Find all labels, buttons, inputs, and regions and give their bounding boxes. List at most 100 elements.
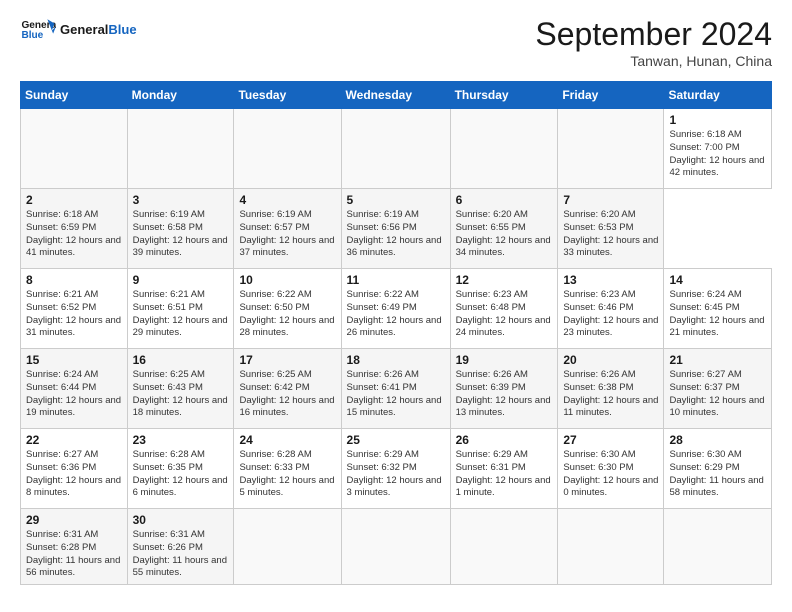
- header-tuesday: Tuesday: [234, 82, 341, 109]
- table-row: 1 Sunrise: 6:18 AMSunset: 7:00 PMDaylight…: [664, 109, 772, 189]
- header-friday: Friday: [558, 82, 664, 109]
- header-wednesday: Wednesday: [341, 82, 450, 109]
- table-row: 17Sunrise: 6:25 AMSunset: 6:42 PMDayligh…: [234, 349, 341, 429]
- day-info: Sunrise: 6:24 AMSunset: 6:44 PMDaylight:…: [26, 369, 122, 420]
- table-row: [341, 509, 450, 585]
- day-number: 28: [669, 433, 766, 447]
- day-info: Sunrise: 6:24 AMSunset: 6:45 PMDaylight:…: [669, 289, 766, 340]
- table-row: 19 Sunrise: 6:26 AMSunset: 6:39 PMDayligh…: [450, 349, 558, 429]
- table-row: 22 Sunrise: 6:27 AMSunset: 6:36 PMDayligh…: [21, 429, 128, 509]
- day-info: Sunrise: 6:20 AMSunset: 6:55 PMDaylight:…: [456, 209, 553, 260]
- table-row: 3Sunrise: 6:19 AMSunset: 6:58 PMDaylight…: [127, 189, 234, 269]
- day-number: 27: [563, 433, 658, 447]
- calendar-week-row: 2Sunrise: 6:18 AMSunset: 6:59 PMDaylight…: [21, 189, 772, 269]
- table-row: 12Sunrise: 6:23 AMSunset: 6:48 PMDayligh…: [450, 269, 558, 349]
- day-number: 10: [239, 273, 335, 287]
- location: Tanwan, Hunan, China: [535, 53, 772, 69]
- day-number: 23: [133, 433, 229, 447]
- day-info: Sunrise: 6:22 AMSunset: 6:49 PMDaylight:…: [347, 289, 445, 340]
- header-sunday: Sunday: [21, 82, 128, 109]
- day-number: 21: [669, 353, 766, 367]
- day-info: Sunrise: 6:19 AMSunset: 6:56 PMDaylight:…: [347, 209, 445, 260]
- day-info: Sunrise: 6:27 AMSunset: 6:36 PMDaylight:…: [26, 449, 122, 500]
- day-info: Sunrise: 6:18 AMSunset: 7:00 PMDaylight:…: [669, 129, 766, 180]
- svg-text:Blue: Blue: [21, 30, 43, 41]
- table-row: [558, 109, 664, 189]
- table-row: 20Sunrise: 6:26 AMSunset: 6:38 PMDayligh…: [558, 349, 664, 429]
- day-info: Sunrise: 6:19 AMSunset: 6:57 PMDaylight:…: [239, 209, 335, 260]
- day-number: 4: [239, 193, 335, 207]
- table-row: 9 Sunrise: 6:21 AMSunset: 6:51 PMDaylight…: [127, 269, 234, 349]
- day-info: Sunrise: 6:30 AMSunset: 6:30 PMDaylight:…: [563, 449, 658, 500]
- table-row: 4 Sunrise: 6:19 AMSunset: 6:57 PMDaylight…: [234, 189, 341, 269]
- day-number: 30: [133, 513, 229, 527]
- table-row: 16 Sunrise: 6:25 AMSunset: 6:43 PMDayligh…: [127, 349, 234, 429]
- day-number: 16: [133, 353, 229, 367]
- calendar-page: General Blue GeneralBlue September 2024 …: [0, 0, 792, 612]
- table-row: 6Sunrise: 6:20 AMSunset: 6:55 PMDaylight…: [450, 189, 558, 269]
- table-row: 28Sunrise: 6:30 AMSunset: 6:29 PMDayligh…: [664, 429, 772, 509]
- calendar-week-row: 1 Sunrise: 6:18 AMSunset: 7:00 PMDaylight…: [21, 109, 772, 189]
- day-number: 20: [563, 353, 658, 367]
- calendar-week-row: 8 Sunrise: 6:21 AMSunset: 6:52 PMDaylight…: [21, 269, 772, 349]
- logo-blue: Blue: [108, 22, 136, 37]
- table-row: [664, 509, 772, 585]
- table-row: 15Sunrise: 6:24 AMSunset: 6:44 PMDayligh…: [21, 349, 128, 429]
- table-row: 11Sunrise: 6:22 AMSunset: 6:49 PMDayligh…: [341, 269, 450, 349]
- table-row: [234, 109, 341, 189]
- logo-icon: General Blue: [20, 16, 56, 44]
- day-info: Sunrise: 6:29 AMSunset: 6:31 PMDaylight:…: [456, 449, 553, 500]
- table-row: 21Sunrise: 6:27 AMSunset: 6:37 PMDayligh…: [664, 349, 772, 429]
- table-row: [21, 109, 128, 189]
- day-info: Sunrise: 6:21 AMSunset: 6:52 PMDaylight:…: [26, 289, 122, 340]
- calendar-table: Sunday Monday Tuesday Wednesday Thursday…: [20, 81, 772, 585]
- page-header: General Blue GeneralBlue September 2024 …: [20, 16, 772, 69]
- day-number: 25: [347, 433, 445, 447]
- day-info: Sunrise: 6:26 AMSunset: 6:39 PMDaylight:…: [456, 369, 553, 420]
- table-row: [450, 509, 558, 585]
- day-number: 12: [456, 273, 553, 287]
- day-info: Sunrise: 6:28 AMSunset: 6:33 PMDaylight:…: [239, 449, 335, 500]
- table-row: [450, 109, 558, 189]
- header-monday: Monday: [127, 82, 234, 109]
- day-info: Sunrise: 6:31 AMSunset: 6:28 PMDaylight:…: [26, 529, 122, 580]
- table-row: 29Sunrise: 6:31 AMSunset: 6:28 PMDayligh…: [21, 509, 128, 585]
- day-info: Sunrise: 6:25 AMSunset: 6:43 PMDaylight:…: [133, 369, 229, 420]
- table-row: [558, 509, 664, 585]
- table-row: 8 Sunrise: 6:21 AMSunset: 6:52 PMDaylight…: [21, 269, 128, 349]
- logo-general: General: [60, 22, 108, 37]
- day-info: Sunrise: 6:28 AMSunset: 6:35 PMDaylight:…: [133, 449, 229, 500]
- table-row: [341, 109, 450, 189]
- day-number: 7: [563, 193, 658, 207]
- day-number: 26: [456, 433, 553, 447]
- table-row: 13 Sunrise: 6:23 AMSunset: 6:46 PMDayligh…: [558, 269, 664, 349]
- day-info: Sunrise: 6:29 AMSunset: 6:32 PMDaylight:…: [347, 449, 445, 500]
- table-row: 23 Sunrise: 6:28 AMSunset: 6:35 PMDayligh…: [127, 429, 234, 509]
- day-info: Sunrise: 6:20 AMSunset: 6:53 PMDaylight:…: [563, 209, 658, 260]
- table-row: 30Sunrise: 6:31 AMSunset: 6:26 PMDayligh…: [127, 509, 234, 585]
- day-number: 1: [669, 113, 766, 127]
- table-row: 18Sunrise: 6:26 AMSunset: 6:41 PMDayligh…: [341, 349, 450, 429]
- table-row: 5Sunrise: 6:19 AMSunset: 6:56 PMDaylight…: [341, 189, 450, 269]
- day-number: 22: [26, 433, 122, 447]
- header-saturday: Saturday: [664, 82, 772, 109]
- month-title: September 2024: [535, 16, 772, 53]
- table-row: 24Sunrise: 6:28 AMSunset: 6:33 PMDayligh…: [234, 429, 341, 509]
- logo: General Blue GeneralBlue: [20, 16, 137, 44]
- day-number: 18: [347, 353, 445, 367]
- day-number: 14: [669, 273, 766, 287]
- calendar-week-row: 22 Sunrise: 6:27 AMSunset: 6:36 PMDayligh…: [21, 429, 772, 509]
- day-number: 8: [26, 273, 122, 287]
- day-number: 19: [456, 353, 553, 367]
- day-info: Sunrise: 6:21 AMSunset: 6:51 PMDaylight:…: [133, 289, 229, 340]
- table-row: 10Sunrise: 6:22 AMSunset: 6:50 PMDayligh…: [234, 269, 341, 349]
- weekday-header-row: Sunday Monday Tuesday Wednesday Thursday…: [21, 82, 772, 109]
- day-number: 9: [133, 273, 229, 287]
- title-area: September 2024 Tanwan, Hunan, China: [535, 16, 772, 69]
- day-info: Sunrise: 6:19 AMSunset: 6:58 PMDaylight:…: [133, 209, 229, 260]
- day-number: 13: [563, 273, 658, 287]
- table-row: 2Sunrise: 6:18 AMSunset: 6:59 PMDaylight…: [21, 189, 128, 269]
- day-info: Sunrise: 6:23 AMSunset: 6:46 PMDaylight:…: [563, 289, 658, 340]
- calendar-week-row: 15Sunrise: 6:24 AMSunset: 6:44 PMDayligh…: [21, 349, 772, 429]
- day-number: 2: [26, 193, 122, 207]
